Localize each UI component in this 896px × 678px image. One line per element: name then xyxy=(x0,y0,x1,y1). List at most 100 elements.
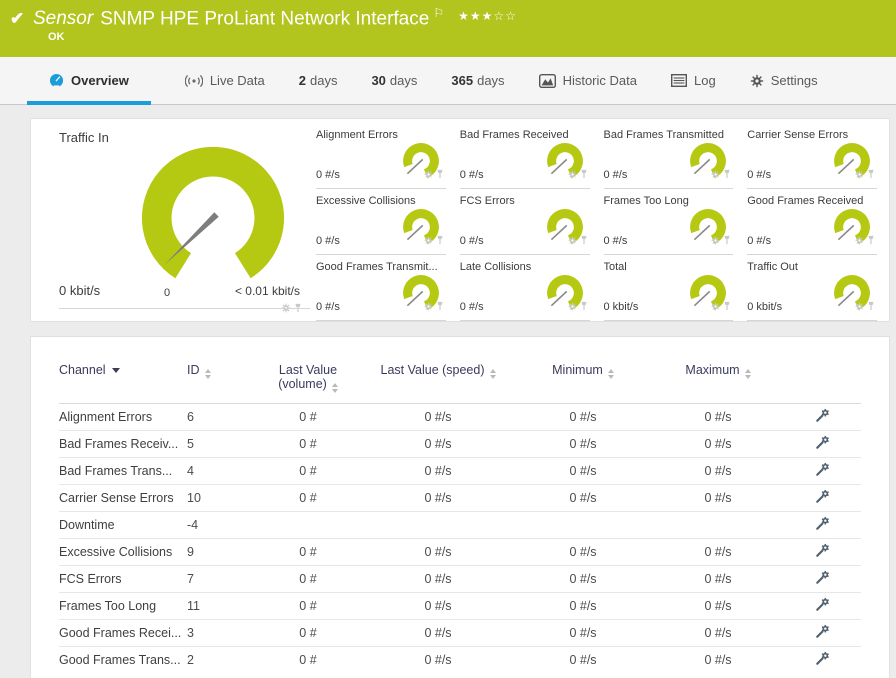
pin-icon[interactable] xyxy=(867,298,875,316)
main-gauge-scale-min: 0 xyxy=(164,287,170,299)
channel-settings-icon[interactable] xyxy=(815,435,830,450)
pin-icon[interactable] xyxy=(867,166,875,184)
sensor-page: ✔ SensorSNMP HPE ProLiant Network Interf… xyxy=(0,0,896,678)
traffic-in-gauge[interactable]: Traffic In 0 kbit/s 0 < 0.01 kbit/s xyxy=(31,119,316,321)
mini-gauge-cell[interactable]: Good Frames Received 0 #/s xyxy=(747,193,877,255)
pin-icon[interactable] xyxy=(436,166,444,184)
mini-gauge-cell[interactable]: Alignment Errors 0 #/s xyxy=(316,127,446,189)
tab-settings[interactable]: Settings xyxy=(750,57,818,104)
tab-365-days[interactable]: 365 days xyxy=(451,57,504,104)
pin-icon[interactable] xyxy=(294,300,302,318)
gear-icon[interactable] xyxy=(281,300,291,318)
gear-icon[interactable] xyxy=(424,298,433,316)
channel-settings-icon[interactable] xyxy=(815,651,830,666)
table-row: Good Frames Trans... 2 0 # 0 #/s 0 #/s 0… xyxy=(59,647,861,674)
table-row: Bad Frames Receiv... 5 0 # 0 #/s 0 #/s 0… xyxy=(59,431,861,458)
tab-2-days[interactable]: 2 days xyxy=(299,57,338,104)
tab-overview[interactable]: Overview xyxy=(27,57,151,104)
mini-gauge-cell[interactable]: Total 0 kbit/s xyxy=(604,259,734,321)
gear-icon[interactable] xyxy=(855,232,864,250)
mini-gauge-cell[interactable]: Excessive Collisions 0 #/s xyxy=(316,193,446,255)
main-gauge-scale-max: < 0.01 kbit/s xyxy=(235,284,300,298)
main-gauge-actions xyxy=(281,300,302,318)
mini-gauge-cell[interactable]: Traffic Out 0 kbit/s xyxy=(747,259,877,321)
mini-gauge-cell[interactable]: Carrier Sense Errors 0 #/s xyxy=(747,127,877,189)
gear-icon[interactable] xyxy=(568,298,577,316)
broadcast-icon xyxy=(185,74,203,88)
sensor-header: ✔ SensorSNMP HPE ProLiant Network Interf… xyxy=(0,0,896,57)
main-gauge-title: Traffic In xyxy=(59,130,109,145)
flag-icon[interactable]: ⚐ xyxy=(433,6,444,20)
channel-settings-icon[interactable] xyxy=(815,570,830,585)
pin-icon[interactable] xyxy=(867,232,875,250)
sensor-title-line: Sensor SNMP HPE ProLiant Network Interfac… xyxy=(33,6,517,30)
table-row: Excessive Collisions 9 0 # 0 #/s 0 #/s 0… xyxy=(59,539,861,566)
tab-30-days[interactable]: 30 days xyxy=(371,57,417,104)
pin-icon[interactable] xyxy=(723,166,731,184)
mini-gauge-cell[interactable]: FCS Errors 0 #/s xyxy=(460,193,590,255)
gear-icon[interactable] xyxy=(568,166,577,184)
gear-icon[interactable] xyxy=(711,232,720,250)
channel-settings-icon[interactable] xyxy=(815,489,830,504)
chart-icon xyxy=(539,74,556,88)
sort-updown-icon xyxy=(332,383,338,393)
pin-icon[interactable] xyxy=(580,166,588,184)
table-row: Frames Too Long 11 0 # 0 #/s 0 #/s 0 #/s xyxy=(59,593,861,620)
pin-icon[interactable] xyxy=(436,232,444,250)
col-header-id[interactable]: ID xyxy=(187,359,253,404)
sensor-kind-label: Sensor xyxy=(33,8,93,29)
table-row: Good Frames Recei... 3 0 # 0 #/s 0 #/s 0… xyxy=(59,620,861,647)
mini-gauge-cell[interactable]: Frames Too Long 0 #/s xyxy=(604,193,734,255)
table-row: FCS Errors 7 0 # 0 #/s 0 #/s 0 #/s xyxy=(59,566,861,593)
sort-updown-icon xyxy=(490,369,496,379)
table-row: Carrier Sense Errors 10 0 # 0 #/s 0 #/s … xyxy=(59,485,861,512)
sensor-title: SNMP HPE ProLiant Network Interface xyxy=(100,8,429,29)
gear-icon[interactable] xyxy=(855,298,864,316)
gear-icon[interactable] xyxy=(711,166,720,184)
col-header-minimum[interactable]: Minimum xyxy=(513,359,653,404)
col-header-last-value-volume[interactable]: Last Value (volume) xyxy=(253,359,363,404)
gear-icon[interactable] xyxy=(424,232,433,250)
tab-historic-data[interactable]: Historic Data xyxy=(539,57,637,104)
pin-icon[interactable] xyxy=(580,232,588,250)
col-header-channel[interactable]: Channel xyxy=(59,359,187,404)
gauge-icon xyxy=(49,73,64,88)
channel-settings-icon[interactable] xyxy=(815,408,830,423)
log-icon xyxy=(671,74,687,87)
col-header-maximum[interactable]: Maximum xyxy=(653,359,783,404)
table-row: Alignment Errors 6 0 # 0 #/s 0 #/s 0 #/s xyxy=(59,404,861,431)
pin-icon[interactable] xyxy=(580,298,588,316)
tab-live-data[interactable]: Live Data xyxy=(185,57,265,104)
sort-updown-icon xyxy=(608,369,614,379)
sort-updown-icon xyxy=(745,369,751,379)
channel-settings-icon[interactable] xyxy=(815,597,830,612)
mini-gauge-cell[interactable]: Bad Frames Received 0 #/s xyxy=(460,127,590,189)
stars-filled-icon[interactable]: ★★★ xyxy=(458,9,493,23)
pin-icon[interactable] xyxy=(723,298,731,316)
gear-icon xyxy=(750,74,764,88)
priority-stars[interactable]: ★★★☆☆ xyxy=(458,9,517,23)
gear-icon[interactable] xyxy=(711,298,720,316)
tab-bar: Overview Live Data 2 days 30 days 365 da… xyxy=(0,57,896,105)
gear-icon[interactable] xyxy=(424,166,433,184)
mini-gauge-cell[interactable]: Late Collisions 0 #/s xyxy=(460,259,590,321)
gear-icon[interactable] xyxy=(855,166,864,184)
channel-table: Channel ID Last Value (volume) Last Valu… xyxy=(59,359,861,674)
pin-icon[interactable] xyxy=(436,298,444,316)
mini-gauge-cell[interactable]: Good Frames Transmit... 0 #/s xyxy=(316,259,446,321)
channel-settings-icon[interactable] xyxy=(815,624,830,639)
mini-gauge-cell[interactable]: Bad Frames Transmitted 0 #/s xyxy=(604,127,734,189)
sort-updown-icon xyxy=(205,369,211,379)
pin-icon[interactable] xyxy=(723,232,731,250)
tab-log[interactable]: Log xyxy=(671,57,716,104)
channel-settings-icon[interactable] xyxy=(815,462,830,477)
channel-table-body: Alignment Errors 6 0 # 0 #/s 0 #/s 0 #/s… xyxy=(59,404,861,674)
stars-empty-icon[interactable]: ☆☆ xyxy=(493,9,517,23)
col-header-last-value-speed[interactable]: Last Value (speed) xyxy=(363,359,513,404)
channel-settings-icon[interactable] xyxy=(815,516,830,531)
sensor-status-badge: OK xyxy=(48,31,65,43)
main-gauge-baseline xyxy=(59,308,310,309)
channel-settings-icon[interactable] xyxy=(815,543,830,558)
gear-icon[interactable] xyxy=(568,232,577,250)
sort-desc-icon xyxy=(112,368,120,373)
